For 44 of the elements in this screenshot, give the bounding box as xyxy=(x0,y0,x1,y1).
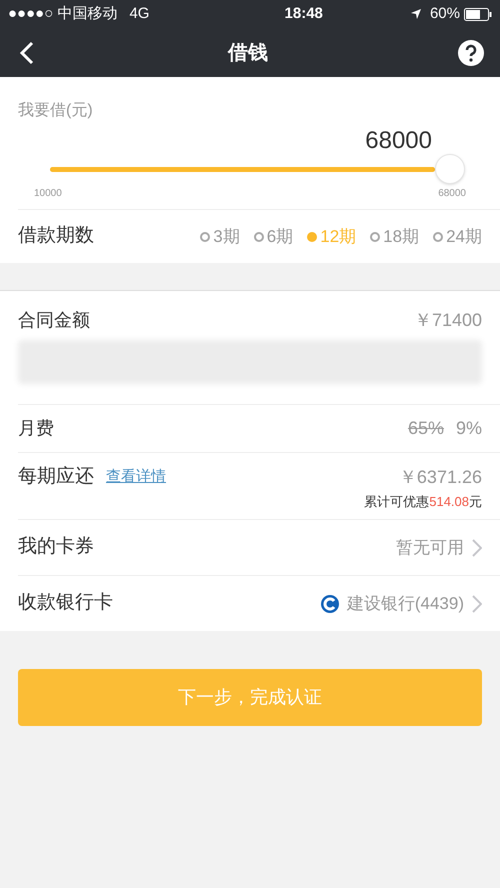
slider-max-label: 68000 xyxy=(438,187,466,201)
page-title: 借钱 xyxy=(228,40,268,66)
carrier-text: ●●●●○ 中国移动 xyxy=(8,4,118,24)
network-text: 4G xyxy=(129,4,150,24)
radio-ring-icon xyxy=(254,232,264,242)
period-option[interactable]: 6期 xyxy=(254,224,294,250)
installment-value: ￥6371.26 xyxy=(398,466,482,489)
row-value: 暂无可用 xyxy=(396,536,464,559)
old-rate-value: 65% xyxy=(408,417,444,440)
bank-logo-icon xyxy=(320,594,339,612)
period-option[interactable]: 12期 xyxy=(307,224,356,250)
contract-value: ￥71400 xyxy=(414,309,482,332)
bank-card-row[interactable]: 收款银行卡 建设银行(4439) xyxy=(18,575,500,631)
period-label: 借款期数 xyxy=(18,224,94,248)
location-arrow-icon xyxy=(410,8,422,20)
row-label: 我的卡券 xyxy=(18,535,94,560)
chevron-right-icon xyxy=(472,538,482,556)
radio-ring-icon xyxy=(433,232,444,242)
discount-text: 累计可优惠514.08元 xyxy=(364,492,482,510)
amount-value: 68000 xyxy=(365,126,432,156)
period-option[interactable]: 3期 xyxy=(200,224,240,250)
rate-value: 9% xyxy=(456,417,482,440)
installment-label: 每期应还 xyxy=(18,465,94,489)
row-label: 收款银行卡 xyxy=(18,591,113,616)
rate-label: 月费 xyxy=(18,417,54,440)
contract-label: 合同金额 xyxy=(18,309,90,332)
amount-label: 我要借(元) xyxy=(18,100,94,121)
help-icon xyxy=(458,40,484,66)
back-icon xyxy=(20,40,34,64)
battery-text: 60% xyxy=(430,4,460,24)
time-text: 18:48 xyxy=(284,4,323,24)
period-option[interactable]: 24期 xyxy=(433,224,482,250)
slider-thumb[interactable] xyxy=(435,154,465,184)
coupon-row[interactable]: 我的卡券 暂无可用 xyxy=(18,519,500,575)
battery-icon xyxy=(464,8,492,20)
slider-min-label: 10000 xyxy=(34,187,62,201)
submit-button[interactable]: 下一步，完成认证 xyxy=(18,669,482,726)
help-button[interactable] xyxy=(458,40,484,66)
chevron-right-icon xyxy=(472,594,482,612)
details-link[interactable]: 查看详情 xyxy=(106,466,166,488)
period-option[interactable]: 18期 xyxy=(370,224,420,250)
row-value: 建设银行(4439) xyxy=(346,592,464,615)
radio-ring-icon xyxy=(370,232,380,242)
radio-ring-icon xyxy=(200,232,210,242)
